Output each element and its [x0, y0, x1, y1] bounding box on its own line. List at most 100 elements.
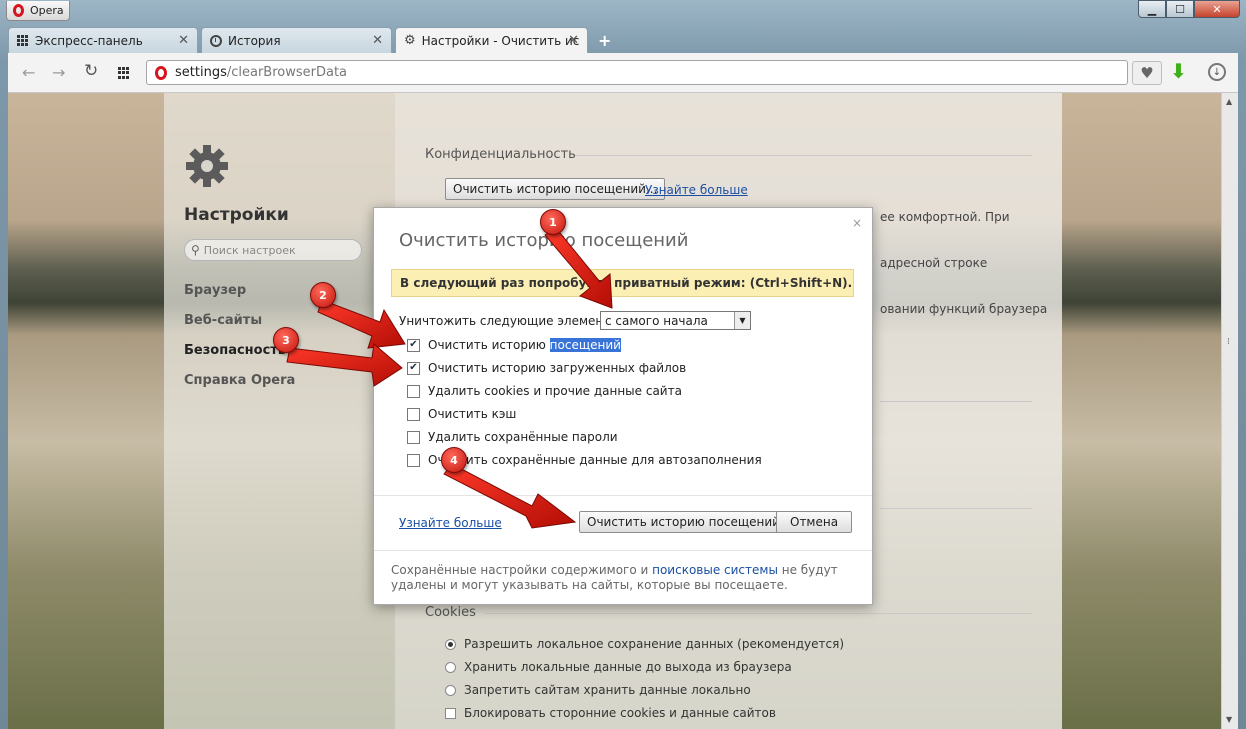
radio[interactable]	[445, 661, 456, 673]
scrollbar[interactable]: ▲ ⁞ ▼	[1221, 93, 1238, 729]
cookie-option-session[interactable]: Хранить локальные данные до выхода из бр…	[445, 660, 792, 674]
browser-window: Opera ▁ ☐ ✕ Экспресс-панель ✕ История ✕ …	[0, 0, 1246, 729]
search-placeholder: Поиск настроек	[203, 243, 296, 257]
select-value: с самого начала	[605, 313, 708, 328]
selected-text: посещений	[549, 338, 621, 352]
sidebar-item-websites[interactable]: Веб-сайты	[184, 313, 262, 328]
learn-more-link[interactable]: Узнайте больше	[645, 183, 748, 197]
destroy-label: Уничтожить следующие элементы:	[399, 314, 624, 328]
cookie-option-block[interactable]: Запретить сайтам хранить данные локально	[445, 683, 751, 697]
checkbox-clear-cache[interactable]: Очистить кэш	[407, 407, 516, 421]
clock-icon	[210, 34, 222, 47]
tab-label: Экспресс-панель	[35, 33, 143, 48]
speed-dial-icon[interactable]	[118, 67, 130, 79]
maximize-button[interactable]: ☐	[1166, 0, 1194, 18]
checkbox-label: Блокировать сторонние cookies и данные с…	[464, 706, 776, 720]
dialog-footer: Узнайте больше Очистить историю посещени…	[374, 496, 872, 550]
checkbox[interactable]	[407, 430, 420, 444]
cancel-button[interactable]: Отмена	[776, 511, 853, 533]
checkbox[interactable]: ✔	[407, 338, 420, 352]
tab-label: История	[228, 33, 281, 48]
note-text: Сохранённые настройки содержимого и	[391, 563, 653, 577]
minimize-button[interactable]: ▁	[1138, 0, 1166, 18]
checkbox[interactable]	[407, 453, 420, 467]
chevron-down-icon[interactable]: ▼	[734, 312, 750, 329]
sidebar-item-security[interactable]: Безопасность	[184, 343, 286, 358]
privacy-text-2: адресной строке	[880, 256, 988, 270]
dialog-title: Очистить историю посещений	[399, 230, 689, 251]
checkbox[interactable]	[445, 707, 456, 719]
radio-label: Запретить сайтам хранить данные локально	[464, 683, 751, 697]
forward-arrow-icon[interactable]: →	[52, 63, 65, 82]
window-controls: ▁ ☐ ✕	[1138, 0, 1240, 18]
opera-logo-icon	[155, 65, 167, 80]
time-period-select[interactable]: с самого начала ▼	[600, 311, 751, 330]
checkbox-label: Очистить историю посещений	[428, 338, 621, 352]
address-path: /clearBrowserData	[226, 65, 348, 80]
opera-menu-button[interactable]: Opera	[6, 1, 70, 21]
reload-icon[interactable]: ↻	[84, 61, 98, 81]
privacy-text-1: ее комфортной. При	[880, 210, 1010, 224]
close-tab-icon[interactable]: ✕	[372, 33, 383, 48]
divider	[575, 155, 1032, 156]
checkbox-label: Очистить историю загруженных файлов	[428, 361, 687, 375]
search-icon: ⚲	[191, 243, 200, 257]
checkbox-label: Удалить cookies и прочие данные сайта	[428, 384, 682, 398]
label-text: Очистить историю	[428, 338, 550, 352]
confirm-clear-button[interactable]: Очистить историю посещений	[579, 511, 788, 533]
checkbox[interactable]	[407, 384, 420, 398]
sidebar-item-help[interactable]: Справка Opera	[184, 373, 295, 388]
scroll-down-icon[interactable]: ▼	[1226, 715, 1232, 724]
privacy-section-title: Конфиденциальность	[425, 147, 576, 162]
download-arrow-icon[interactable]: ⬇	[1170, 59, 1187, 83]
checkbox-delete-cookies[interactable]: Удалить cookies и прочие данные сайта	[407, 384, 682, 398]
tab-settings[interactable]: ⚙ Настройки - Очистить ис ✕	[395, 27, 588, 53]
checkbox[interactable]: ✔	[407, 361, 420, 375]
clear-history-button[interactable]: Очистить историю посещений...	[445, 178, 666, 200]
close-window-button[interactable]: ✕	[1194, 0, 1240, 18]
tab-speed-dial[interactable]: Экспресс-панель ✕	[8, 27, 198, 53]
back-arrow-icon[interactable]: ←	[22, 63, 35, 82]
close-dialog-icon[interactable]: ×	[852, 216, 862, 230]
dialog-divider	[374, 550, 872, 551]
tab-history[interactable]: История ✕	[201, 27, 392, 53]
heart-icon[interactable]: ♥	[1132, 61, 1162, 85]
toolbar: ← → ↻ settings/clearBrowserData ♥ ⬇ ↓	[8, 53, 1238, 93]
checkbox-label: Очистить кэш	[428, 407, 517, 421]
tab-label: Настройки - Очистить ис	[421, 33, 580, 48]
block-third-party-checkbox[interactable]: Блокировать сторонние cookies и данные с…	[445, 706, 776, 720]
tab-bar: Экспресс-панель ✕ История ✕ ⚙ Настройки …	[8, 27, 1238, 53]
radio[interactable]	[445, 684, 456, 696]
settings-search-input[interactable]: ⚲ Поиск настроек	[184, 239, 362, 261]
search-engines-link[interactable]: поисковые системы	[652, 563, 778, 577]
address-text: settings/clearBrowserData	[175, 65, 347, 80]
close-tab-icon[interactable]: ✕	[178, 33, 189, 48]
checkbox-delete-passwords[interactable]: Удалить сохранённые пароли	[407, 430, 618, 444]
scroll-grip-icon[interactable]: ⁞	[1227, 337, 1230, 347]
privacy-text-3: овании функций браузера	[880, 302, 1048, 316]
address-bar[interactable]: settings/clearBrowserData	[146, 60, 1128, 85]
radio-selected[interactable]	[445, 638, 456, 650]
checkbox-label: Удалить сохранённые пароли	[428, 430, 618, 444]
radio-label: Хранить локальные данные до выхода из бр…	[464, 660, 792, 674]
divider	[880, 401, 1032, 402]
learn-more-link[interactable]: Узнайте больше	[399, 516, 502, 530]
scroll-up-icon[interactable]: ▲	[1226, 97, 1232, 106]
downloads-icon[interactable]: ↓	[1208, 63, 1226, 81]
checkbox-clear-downloads[interactable]: ✔ Очистить историю загруженных файлов	[407, 361, 686, 375]
new-tab-button[interactable]: +	[598, 31, 611, 50]
annotation-badge-3: 3	[273, 327, 299, 353]
annotation-badge-4: 4	[441, 447, 467, 473]
checkbox[interactable]	[407, 407, 420, 421]
opera-logo-icon	[13, 4, 24, 17]
grid-icon	[17, 34, 29, 47]
cookies-section-title: Cookies	[425, 605, 476, 620]
sidebar-item-browser[interactable]: Браузер	[184, 283, 246, 298]
clear-data-dialog: × Очистить историю посещений В следующий…	[373, 207, 873, 605]
checkbox-clear-history[interactable]: ✔ Очистить историю посещений	[407, 338, 621, 352]
dialog-note: Сохранённые настройки содержимого и поис…	[391, 563, 861, 593]
cookie-option-allow[interactable]: Разрешить локальное сохранение данных (р…	[445, 637, 844, 651]
title-bar: Opera ▁ ☐ ✕	[0, 0, 1246, 24]
annotation-badge-1: 1	[540, 209, 566, 235]
close-tab-icon[interactable]: ✕	[568, 33, 579, 48]
